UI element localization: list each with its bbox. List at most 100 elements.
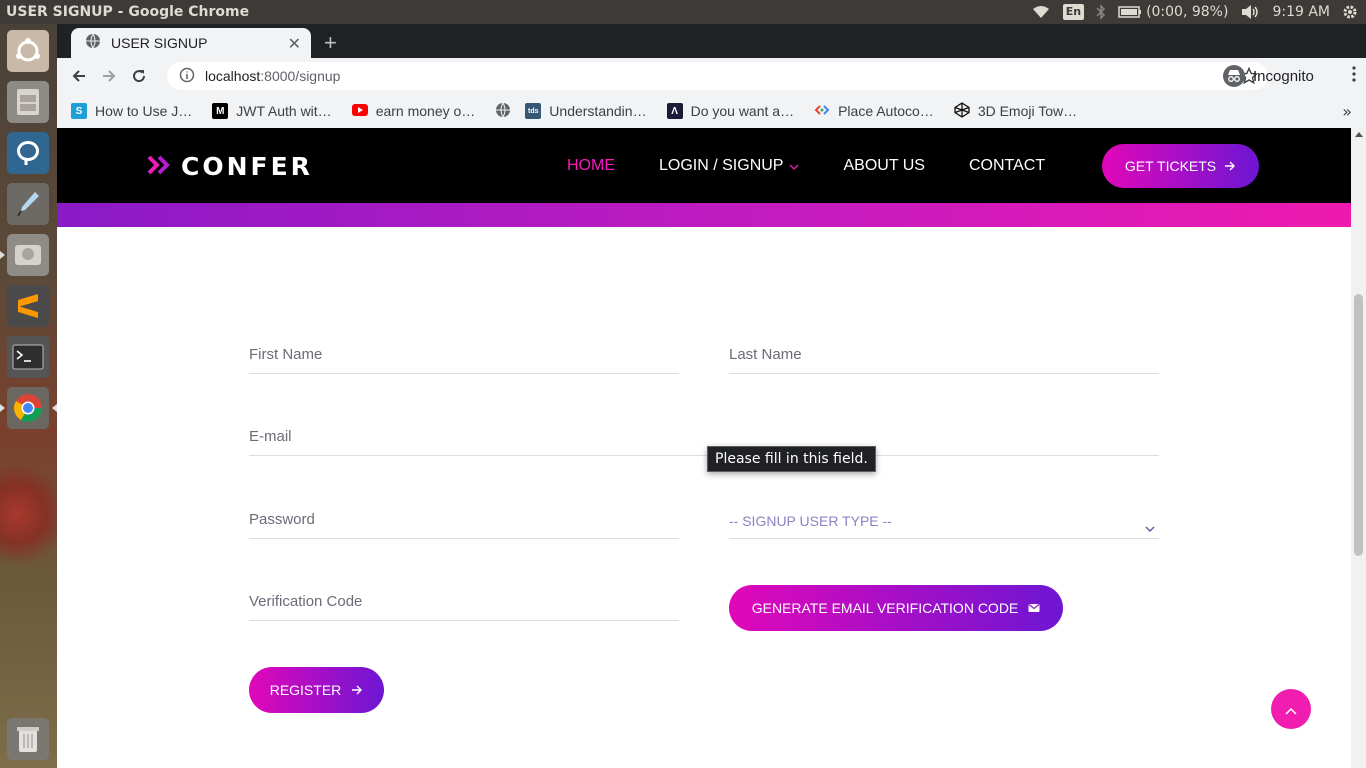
trash-icon xyxy=(7,718,49,760)
nav-about[interactable]: ABOUT US xyxy=(843,157,925,175)
page-viewport: CONFER HOME LOGIN / SIGNUP ABOUT US CONT… xyxy=(57,128,1366,768)
incognito-icon xyxy=(1223,65,1245,87)
forward-button[interactable] xyxy=(94,61,124,91)
nav-home[interactable]: HOME xyxy=(567,157,615,175)
site-header: CONFER HOME LOGIN / SIGNUP ABOUT US CONT… xyxy=(57,128,1351,203)
wallpaper-poppy xyxy=(0,454,57,574)
arrow-right-icon xyxy=(1224,158,1236,174)
reload-icon xyxy=(133,70,146,83)
arrow-right-icon xyxy=(351,682,363,698)
file-cabinet-icon xyxy=(7,81,49,123)
email-input[interactable] xyxy=(249,422,1159,445)
nav-login-signup[interactable]: LOGIN / SIGNUP xyxy=(659,157,799,175)
forward-arrow-icon xyxy=(103,70,116,82)
password-field xyxy=(249,505,679,539)
window-title: USER SIGNUP - Google Chrome xyxy=(6,4,250,20)
eyedropper-icon xyxy=(7,183,49,225)
email-field xyxy=(249,422,1159,456)
get-tickets-label: GET TICKETS xyxy=(1124,158,1217,174)
tab-close-icon[interactable]: ✕ xyxy=(288,34,301,53)
browser-toolbar: localhost:8000/signup Incognito xyxy=(57,58,1366,94)
logo-text: CONFER xyxy=(181,152,313,181)
bookmark-item[interactable]: 3D Emoji Tow… xyxy=(954,101,1078,121)
user-type-select[interactable]: -- SIGNUP USER TYPE -- xyxy=(729,505,1159,529)
system-tray: En (0:00, 98%) 9:19 AM xyxy=(1031,0,1358,24)
postgres-elephant-icon xyxy=(7,132,49,174)
launcher-chrome[interactable] xyxy=(0,385,57,431)
register-button[interactable]: REGISTER xyxy=(249,667,384,713)
launcher-disks[interactable] xyxy=(0,232,51,278)
launcher-color-picker[interactable] xyxy=(5,181,51,227)
url-path: :8000/signup xyxy=(260,68,341,84)
scroll-to-top-button[interactable] xyxy=(1271,689,1311,729)
header-gradient-band xyxy=(57,203,1351,227)
tab-title: USER SIGNUP xyxy=(111,35,208,51)
user-type-field: -- SIGNUP USER TYPE -- xyxy=(729,505,1159,539)
clock[interactable]: 9:19 AM xyxy=(1272,4,1330,20)
info-icon[interactable] xyxy=(179,67,195,86)
chevron-down-icon xyxy=(789,157,799,175)
launcher-trash[interactable] xyxy=(5,716,51,762)
back-button[interactable] xyxy=(64,61,94,91)
bookmark-label: Understandin… xyxy=(549,103,647,119)
last-name-input[interactable] xyxy=(729,340,1159,363)
url-host: localhost xyxy=(205,68,261,84)
launcher-pgadmin[interactable] xyxy=(5,130,51,176)
chevron-up-icon xyxy=(1285,700,1297,719)
launcher-terminal[interactable] xyxy=(5,334,51,380)
bookmark-label: 3D Emoji Tow… xyxy=(977,103,1078,119)
bookmark-item[interactable]: tds Understandin… xyxy=(525,103,647,119)
bookmark-item[interactable]: S How to Use J… xyxy=(71,103,192,119)
scroll-up-arrow-icon[interactable] xyxy=(1355,132,1363,137)
reload-button[interactable] xyxy=(124,61,154,91)
bookmark-item[interactable] xyxy=(495,102,511,121)
running-indicator xyxy=(0,251,5,259)
site-logo[interactable]: CONFER xyxy=(147,152,313,181)
bookmark-item[interactable]: earn money o… xyxy=(351,103,475,119)
bluetooth-icon[interactable] xyxy=(1096,4,1106,20)
incognito-indicator[interactable]: Incognito xyxy=(1219,61,1322,91)
keyboard-language-indicator[interactable]: En xyxy=(1062,4,1085,20)
kebab-menu-icon[interactable] xyxy=(1352,66,1356,86)
launcher-sublime-text[interactable] xyxy=(5,283,51,329)
launcher-ubuntu-dash[interactable] xyxy=(5,28,51,74)
first-name-input[interactable] xyxy=(249,340,679,363)
validation-tooltip: Please fill in this field. xyxy=(707,446,876,472)
back-arrow-icon xyxy=(72,70,85,82)
verification-code-field xyxy=(249,587,679,621)
scrollbar-thumb[interactable] xyxy=(1354,294,1363,556)
sublime-text-icon xyxy=(7,285,49,327)
password-input[interactable] xyxy=(249,505,679,528)
verification-code-input[interactable] xyxy=(249,587,679,610)
nav-contact[interactable]: CONTACT xyxy=(969,157,1045,175)
register-label: REGISTER xyxy=(269,682,342,698)
main-nav: HOME LOGIN / SIGNUP ABOUT US CONTACT xyxy=(567,128,1089,203)
nav-home-label: HOME xyxy=(567,156,615,174)
volume-icon[interactable] xyxy=(1240,4,1260,20)
settings-gear-icon[interactable] xyxy=(1342,4,1358,20)
bookmark-item[interactable]: M JWT Auth wit… xyxy=(212,103,332,119)
page-scrollbar[interactable] xyxy=(1351,128,1366,768)
tds-favicon-icon: tds xyxy=(525,103,542,119)
bookmark-item[interactable]: Place Autoco… xyxy=(814,102,934,121)
address-bar[interactable]: localhost:8000/signup xyxy=(167,62,1268,90)
google-dev-favicon-icon xyxy=(814,102,830,121)
incognito-label: Incognito xyxy=(1253,67,1314,85)
new-tab-button[interactable]: + xyxy=(324,30,337,56)
launcher-files[interactable] xyxy=(5,79,51,125)
bookmark-label: JWT Auth wit… xyxy=(236,103,332,119)
generate-verification-code-button[interactable]: GENERATE EMAIL VERIFICATION CODE xyxy=(729,585,1063,631)
globe-favicon-icon xyxy=(495,102,511,121)
nav-contact-label: CONTACT xyxy=(968,156,1046,174)
bookmarks-overflow-icon[interactable]: » xyxy=(1342,102,1352,121)
browser-tab[interactable]: USER SIGNUP ✕ xyxy=(71,28,311,58)
wifi-icon[interactable] xyxy=(1031,4,1051,20)
bookmark-item[interactable]: Λ Do you want a… xyxy=(666,103,794,119)
battery-indicator[interactable]: (0:00, 98%) xyxy=(1118,4,1228,20)
get-tickets-button[interactable]: GET TICKETS xyxy=(1102,144,1259,188)
stackshare-favicon-icon: S xyxy=(71,103,87,119)
medium-favicon-icon: M xyxy=(212,103,229,119)
battery-icon xyxy=(1118,6,1142,18)
youtube-favicon-icon xyxy=(351,103,368,119)
envelope-icon xyxy=(1028,600,1040,616)
